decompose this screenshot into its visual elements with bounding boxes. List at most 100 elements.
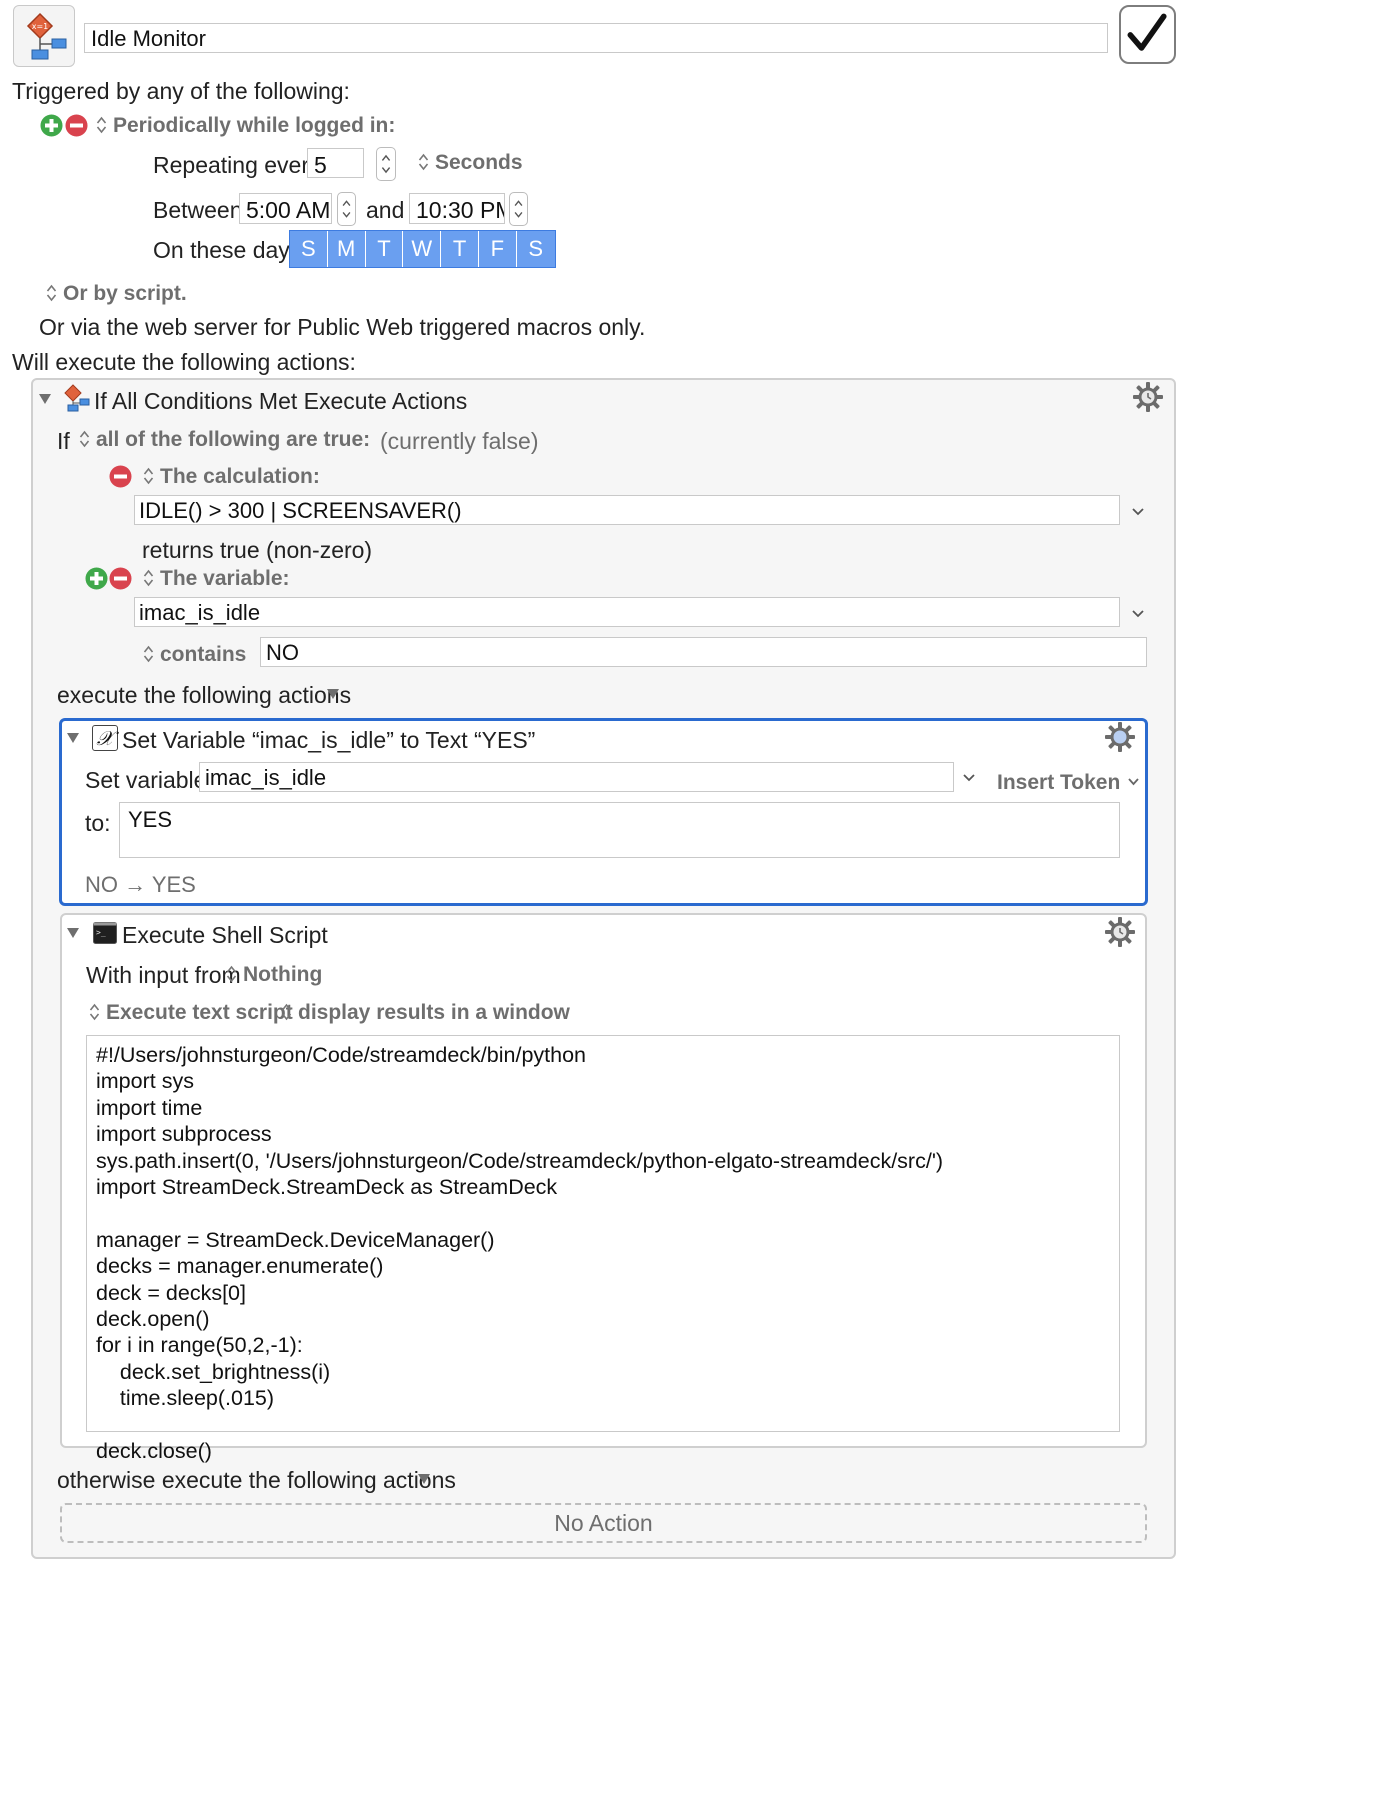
repeating-interval-field[interactable]: 5: [307, 148, 364, 178]
day-sunday[interactable]: S: [290, 231, 328, 267]
set-variable-name-field[interactable]: imac_is_idle: [199, 762, 954, 792]
if-action-icon: [62, 384, 90, 412]
day-friday[interactable]: F: [478, 231, 517, 267]
output-mode-label: display results in a window: [298, 1001, 570, 1024]
macro-name-field[interactable]: Idle Monitor: [84, 23, 1108, 53]
variable-operator-popup[interactable]: contains: [143, 643, 246, 667]
add-trigger-button[interactable]: [40, 114, 63, 137]
disclosure-triangle-icon: [327, 689, 339, 699]
no-action-drop-zone[interactable]: No Action: [60, 1503, 1147, 1543]
actions-heading: Will execute the following actions:: [12, 349, 356, 375]
shell-script-gear-button[interactable]: [1104, 916, 1136, 948]
set-variable-value-field[interactable]: YES: [119, 802, 1120, 858]
insert-token-label: Insert Token: [997, 771, 1121, 794]
then-actions-disclosure[interactable]: [326, 688, 340, 700]
svg-text:>_: >_: [96, 928, 106, 937]
output-mode-popup[interactable]: display results in a window: [281, 1001, 570, 1025]
input-from-label: With input from: [86, 962, 241, 988]
updown-icon: [281, 1003, 292, 1021]
condition-variable-field[interactable]: imac_is_idle: [134, 597, 1120, 627]
minus-circle-icon: [65, 114, 88, 137]
remove-calculation-condition-button[interactable]: [109, 465, 132, 488]
end-time-stepper[interactable]: [509, 192, 528, 226]
interval-unit-label: Seconds: [435, 151, 523, 174]
add-condition-button[interactable]: [85, 567, 108, 590]
updown-icon: [418, 153, 429, 171]
shell-script-disclosure[interactable]: [66, 927, 80, 939]
condition-compare-field[interactable]: NO: [260, 637, 1147, 667]
and-label: and: [366, 197, 405, 223]
updown-icon: [226, 965, 237, 983]
repeating-label: Repeating every: [153, 152, 321, 178]
set-variable-name-dropdown-button[interactable]: [962, 773, 976, 783]
to-label: to:: [85, 810, 111, 836]
if-action-disclosure[interactable]: [38, 393, 52, 405]
if-action-title: If All Conditions Met Execute Actions: [94, 388, 468, 414]
day-thursday[interactable]: T: [441, 231, 479, 267]
insert-token-button[interactable]: Insert Token: [997, 768, 1139, 795]
script-line: deck = decks[0]: [96, 1280, 246, 1305]
set-variable-gear-button[interactable]: [1104, 721, 1136, 753]
condition-status: (currently false): [380, 428, 539, 454]
condition-mode-label: all of the following are true:: [96, 428, 371, 451]
updown-icon: [79, 430, 90, 448]
terminal-icon: >_: [93, 922, 117, 944]
remove-variable-condition-button[interactable]: [109, 567, 132, 590]
day-tuesday[interactable]: T: [365, 231, 404, 267]
between-label: Between: [153, 197, 243, 223]
calculation-dropdown-button[interactable]: [1131, 507, 1145, 517]
calculation-field[interactable]: IDLE() > 300 | SCREENSAVER(): [134, 495, 1120, 525]
script-line: time.sleep(.015): [96, 1386, 275, 1411]
disclosure-triangle-icon: [39, 394, 51, 404]
script-line: import sys: [96, 1069, 194, 1094]
script-line: deck.open(): [96, 1306, 210, 1331]
script-line: [96, 1200, 1110, 1226]
script-editor[interactable]: #!/Users/johnsturgeon/Code/streamdeck/bi…: [86, 1035, 1120, 1463]
script-mode-popup[interactable]: Execute text script: [89, 1001, 293, 1025]
chevron-down-icon: [1132, 508, 1144, 516]
gear-icon: [1133, 382, 1163, 412]
web-server-note: Or via the web server for Public Web tri…: [39, 314, 646, 340]
if-label: If: [57, 428, 70, 454]
triggers-heading: Triggered by any of the following:: [12, 78, 350, 104]
days-selector[interactable]: S M T W T F S: [289, 230, 556, 268]
remove-trigger-button[interactable]: [65, 114, 88, 137]
macro-icon[interactable]: x=1: [13, 5, 75, 67]
disclosure-triangle-icon: [67, 928, 79, 938]
trigger-type-popup[interactable]: Periodically while logged in:: [96, 114, 395, 138]
start-time-stepper[interactable]: [337, 192, 356, 226]
input-source-label: Nothing: [243, 963, 323, 986]
set-variable-disclosure[interactable]: [66, 732, 80, 744]
day-monday[interactable]: M: [327, 231, 366, 267]
script-line: manager = StreamDeck.DeviceManager(): [96, 1227, 495, 1252]
condition-variable-dropdown-button[interactable]: [1131, 609, 1145, 619]
updown-icon: [143, 569, 154, 587]
input-source-popup[interactable]: Nothing: [226, 963, 322, 987]
interval-unit-popup[interactable]: Seconds: [418, 151, 523, 175]
calculation-condition-popup[interactable]: The calculation:: [143, 465, 320, 489]
chevron-down-icon: [963, 774, 975, 782]
set-variable-preview: NO → YES: [85, 872, 196, 897]
end-time-field[interactable]: 10:30 PM: [409, 193, 505, 224]
chevron-down-icon: [1128, 768, 1139, 786]
day-saturday[interactable]: S: [516, 231, 555, 267]
disclosure-triangle-icon: [418, 1474, 430, 1484]
if-action-gear-button[interactable]: [1132, 381, 1164, 413]
repeating-interval-stepper[interactable]: [376, 147, 396, 181]
script-trigger-label: Or by script.: [63, 282, 187, 305]
script-trigger-popup[interactable]: Or by script.: [46, 282, 187, 306]
script-line: import time: [96, 1095, 203, 1120]
svg-text:x=1: x=1: [32, 22, 49, 31]
calculation-result: returns true (non-zero): [142, 537, 373, 563]
script-line: deck.close(): [96, 1438, 212, 1463]
script-line: deck.set_brightness(i): [96, 1359, 331, 1384]
condition-mode-popup[interactable]: all of the following are true:: [79, 428, 370, 452]
variable-condition-popup[interactable]: The variable:: [143, 567, 290, 591]
no-action-label: No Action: [554, 1510, 653, 1536]
updown-icon: [46, 284, 57, 302]
start-time-field[interactable]: 5:00 AM: [239, 193, 332, 224]
set-variable-label: Set variable: [85, 767, 207, 793]
else-actions-disclosure[interactable]: [417, 1473, 431, 1485]
day-wednesday[interactable]: W: [403, 231, 442, 267]
enable-checkbox[interactable]: [1119, 5, 1176, 64]
